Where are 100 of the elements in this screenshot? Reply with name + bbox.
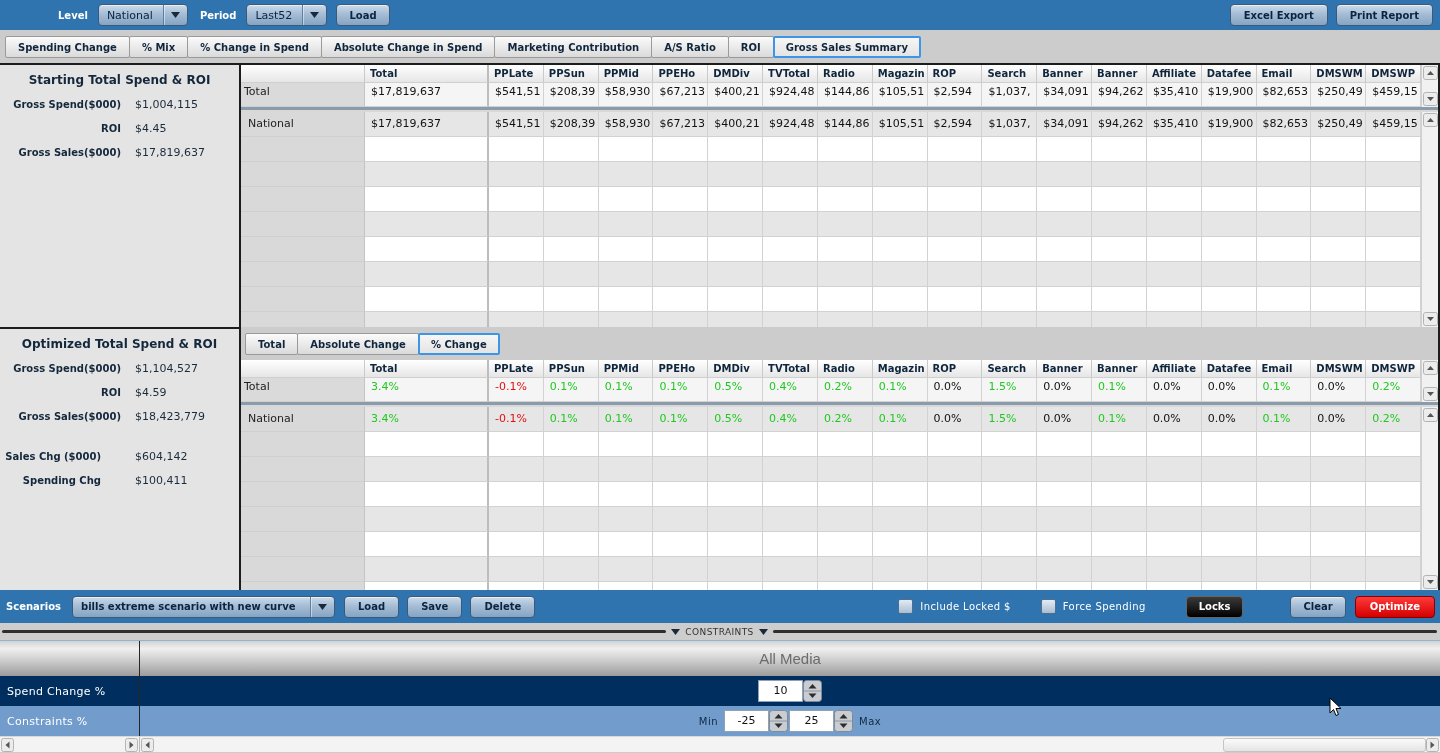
row-header: Total [241,378,365,402]
mouse-pointer-icon [1329,697,1342,717]
column-header: PPMid [598,65,654,83]
table-cell: $17,819,637 [365,112,489,137]
report-button[interactable]: Print Report [1335,4,1433,26]
column-header: Banner [1092,360,1147,378]
column-header: PPLate [489,360,544,378]
arrow-left-icon[interactable] [141,737,154,752]
vertical-scrollbar[interactable] [1421,407,1438,590]
table-cell: 0.1% [543,407,599,432]
metric-label: Gross Sales($000) [18,146,121,160]
checkbox[interactable] [1040,599,1056,614]
checkbox-label: Include Locked $ [920,601,1011,612]
vertical-scrollbar[interactable] [1421,65,1438,107]
vertical-scrollbar[interactable] [1421,112,1438,327]
constraint-row[interactable]: Constraints % Min -25 25 Max [0,706,1440,736]
arrow-down-icon[interactable] [1422,92,1438,106]
metric-value: $18,423,779 [135,409,205,425]
column-header: PPLate [489,65,544,83]
tab[interactable]: % Change in Spend [187,36,322,58]
arrow-up-icon[interactable] [1422,113,1438,127]
arrow-down-icon[interactable] [1422,575,1438,589]
arrow-down-icon[interactable] [1422,387,1438,401]
panel-title: Starting Total Spend & ROI [27,72,212,88]
table-cell: -0.1% [489,407,544,432]
vertical-scrollbar[interactable] [1421,360,1438,402]
table-cell: 3.4% [365,378,489,402]
stepper-arrows-icon[interactable] [834,710,854,732]
tab[interactable]: Gross Sales Summary [772,36,922,58]
arrow-down-icon[interactable] [1422,312,1438,326]
view-tab[interactable]: Total [245,333,299,355]
table-cell: $1,037, [982,83,1038,107]
table-cell: 0.0% [1201,407,1257,432]
period-label: Period [199,9,237,21]
tab[interactable]: Marketing Contribution [494,36,653,58]
table-cell: 0.0% [1201,378,1257,402]
scenario-button[interactable]: Save [407,595,463,618]
table-cell: 0.5% [708,378,764,402]
checkbox[interactable] [898,599,914,614]
arrow-up-icon[interactable] [1422,66,1438,80]
row-label: Constraints % [7,714,88,728]
scenario-dropdown[interactable]: bills extreme scenario with new curve [71,595,335,618]
table-cell: 0.0% [1037,378,1093,402]
column-header: ROP [927,65,983,83]
table-cell: 0.0% [1037,407,1093,432]
arrow-right-icon[interactable] [1426,737,1439,752]
table-cell: 0.0% [1311,378,1367,402]
table-cell: 0.4% [763,407,818,432]
tab[interactable]: ROI [727,36,774,58]
view-tab[interactable]: Absolute Change [297,333,419,355]
horizontal-scrollbar[interactable] [0,737,140,752]
tab[interactable]: % Mix [128,36,189,58]
table-cell: 1.5% [982,378,1038,402]
view-tab[interactable]: % Change [417,333,500,355]
arrow-left-icon[interactable] [1,737,14,752]
stepper-arrows-icon[interactable] [769,710,789,732]
constraint-row[interactable]: Spend Change % 10 [0,676,1440,706]
action-button[interactable]: Optimize [1354,595,1435,618]
column-header: Magazin [872,360,928,378]
table-cell: 0.1% [872,378,928,402]
action-button[interactable]: Locks [1185,595,1244,618]
tab[interactable]: Spending Change [5,36,130,58]
metric-value: $100,411 [135,473,188,489]
level-dropdown[interactable]: National [97,4,188,26]
load-button[interactable]: Load [336,4,390,26]
report-button[interactable]: Excel Export [1229,4,1328,26]
column-header: DMSWP [1366,65,1421,83]
tab[interactable]: A/S Ratio [651,36,729,58]
table-cell: 0.1% [1092,407,1147,432]
column-header: Radio [817,360,873,378]
column-header: DMSWP [1366,360,1421,378]
table-cell: $924,48 [763,112,818,137]
arrow-right-icon[interactable] [125,737,138,752]
section-title[interactable]: CONSTRAINTS [685,626,754,637]
caret-down-icon [170,12,180,18]
checkbox-label: Force Spending [1062,601,1146,612]
table-cell: $94,262 [1092,83,1147,107]
table-cell: 0.1% [1256,407,1312,432]
arrow-up-icon[interactable] [1422,361,1438,375]
action-button[interactable]: Clear [1290,595,1346,618]
scrollbar-thumb[interactable] [1223,737,1426,752]
scenarios-label: Scenarios [6,601,61,612]
horizontal-scrollbar[interactable] [140,737,1440,752]
column-header: Affiliate [1146,65,1202,83]
table-cell: $35,410 [1146,83,1202,107]
table-cell: $67,213 [653,112,709,137]
scenario-button[interactable]: Delete [470,595,536,618]
tab[interactable]: Absolute Change in Spend [320,36,496,58]
table-cell: $400,21 [708,83,764,107]
arrow-up-icon[interactable] [1422,408,1438,422]
scenario-button[interactable]: Load [343,595,400,618]
metric-value: $4.45 [135,121,167,137]
period-dropdown[interactable]: Last52 [246,4,328,26]
min-label: Min [698,715,719,727]
column-header: Affiliate [1146,360,1202,378]
number-input[interactable]: 10 [758,680,803,702]
table-cell: $144,86 [817,112,873,137]
number-input[interactable]: -25 [724,710,770,732]
number-input[interactable]: 25 [789,710,835,732]
stepper-arrows-icon[interactable] [803,680,822,702]
